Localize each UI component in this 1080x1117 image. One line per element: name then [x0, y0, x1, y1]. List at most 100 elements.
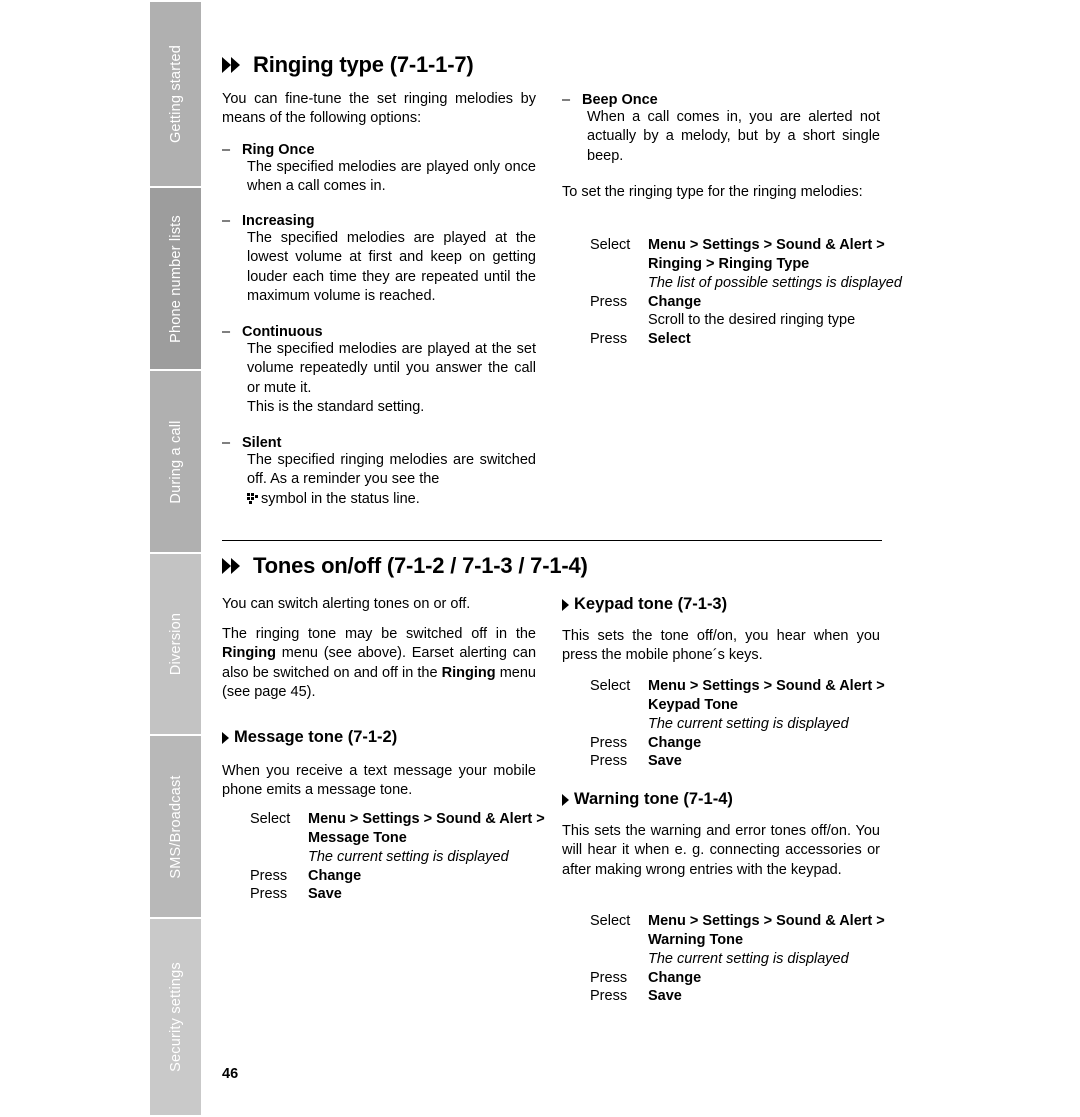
- option-ring-once: – Ring Once The specified melodies are p…: [222, 142, 536, 197]
- option-increasing: – Increasing The specified melodies are …: [222, 213, 536, 306]
- procedure-action: Press: [590, 988, 628, 1005]
- dash-bullet-icon: –: [562, 92, 571, 108]
- procedure-row: Press Save: [250, 885, 564, 904]
- option-term: – Continuous: [222, 324, 536, 340]
- tab-label: SMS/Broadcast: [167, 774, 184, 879]
- procedure-action: Select: [590, 913, 631, 929]
- warning-tone-heading: Warning tone (7-1-4): [562, 790, 733, 809]
- procedure-value: Change: [308, 867, 362, 884]
- procedure-row: Select Menu > Settings > Sound & Alert >: [590, 677, 908, 696]
- keypad-tone-procedure: Select Menu > Settings > Sound & Alert >…: [562, 677, 908, 771]
- procedure-note: The current setting is displayed: [648, 715, 849, 732]
- warning-tone-text: This sets the warning and error tones of…: [562, 823, 880, 878]
- option-term-label: Increasing: [242, 213, 315, 229]
- tab-getting-started[interactable]: Getting started: [150, 2, 201, 186]
- procedure-continuation: Warning Tone: [648, 931, 744, 948]
- procedure-value: Menu > Settings > Sound & Alert >: [648, 913, 885, 929]
- page-title: Ringing type (7-1-1-7): [253, 52, 474, 77]
- procedure-value: Menu > Settings > Sound & Alert >: [308, 811, 545, 827]
- option-term: – Ring Once: [222, 142, 536, 158]
- procedure-continuation: Ringing > Ringing Type: [648, 255, 810, 272]
- manual-page: Getting started Phone number lists Durin…: [0, 0, 1080, 1117]
- option-term-label: Silent: [242, 435, 282, 451]
- message-tone-procedure: Select Menu > Settings > Sound & Alert >…: [222, 810, 564, 904]
- section-divider: [222, 540, 882, 541]
- tab-diversion[interactable]: Diversion: [150, 554, 201, 734]
- tab-phone-number-lists[interactable]: Phone number lists: [150, 188, 201, 369]
- tones-intro-2: The ringing tone may be switched off in …: [222, 625, 536, 702]
- warning-tone-title: Warning tone (7-1-4): [574, 790, 733, 808]
- procedure-action: Press: [590, 753, 628, 770]
- procedure-row: Press Change: [590, 969, 908, 988]
- tab-label: Getting started: [167, 44, 184, 144]
- option-text: The specified ringing melodies are switc…: [247, 452, 536, 488]
- option-term: – Silent: [222, 435, 536, 451]
- page-content: Ringing type (7-1-1-7) You can fine-tune…: [222, 0, 902, 1117]
- procedure-action: Press: [590, 734, 628, 751]
- procedure-row: Press Change: [250, 867, 564, 886]
- section-title: Tones on/off (7-1-2 / 7-1-3 / 7-1-4): [253, 553, 588, 578]
- procedure-value: Change: [648, 293, 702, 310]
- tones-intro-2-a: The ringing tone may be switched off in …: [222, 626, 536, 642]
- option-text: The specified melodies are played at the…: [247, 341, 536, 396]
- procedure-row: Select Menu > Settings > Sound & Alert >: [590, 912, 908, 931]
- procedure-action: Press: [250, 886, 288, 903]
- procedure-row: Press Save: [590, 987, 908, 1006]
- option-term: – Increasing: [222, 213, 536, 229]
- ringing-type-procedure: Select Menu > Settings > Sound & Alert >…: [562, 236, 908, 349]
- tones-intro-1: You can switch alerting tones on or off.: [222, 596, 471, 612]
- tab-during-a-call[interactable]: During a call: [150, 371, 201, 552]
- option-text: The specified melodies are played at the…: [247, 230, 536, 304]
- procedure-action: Press: [590, 293, 628, 310]
- warning-tone-procedure: Select Menu > Settings > Sound & Alert >…: [562, 912, 908, 1006]
- tab-label: During a call: [167, 419, 184, 504]
- tones-onoff-heading: Tones on/off (7-1-2 / 7-1-3 / 7-1-4): [222, 553, 652, 579]
- option-text-extra: This is the standard setting.: [247, 398, 425, 415]
- tab-label: Phone number lists: [167, 214, 184, 343]
- procedure-row: Select Menu > Settings > Sound & Alert >: [250, 810, 564, 829]
- procedure-value: Menu > Settings > Sound & Alert >: [648, 237, 885, 253]
- option-term-label: Continuous: [242, 324, 323, 340]
- procedure-continuation: Keypad Tone: [648, 696, 738, 713]
- tab-label: Diversion: [167, 612, 184, 676]
- tab-sms-broadcast[interactable]: SMS/Broadcast: [150, 736, 201, 917]
- option-term: – Beep Once: [562, 92, 880, 108]
- option-term-label: Ring Once: [242, 142, 315, 158]
- procedure-action: Select: [590, 237, 631, 253]
- triangle-arrow-icon: [222, 731, 229, 744]
- procedure-value: Save: [648, 753, 682, 770]
- option-silent: – Silent The specified ringing melodies …: [222, 435, 536, 509]
- message-tone-text: When you receive a text message your mob…: [222, 763, 536, 799]
- procedure-value: Scroll to the desired ringing type: [648, 312, 856, 329]
- ringing-type-intro: You can fine-tune the set ringing melodi…: [222, 91, 536, 127]
- procedure-action: Select: [590, 678, 631, 694]
- procedure-note: The list of possible settings is display…: [648, 274, 902, 291]
- procedure-action: Press: [250, 867, 288, 884]
- option-text: The specified melodies are played only o…: [247, 159, 536, 195]
- double-arrow-icon: [222, 57, 241, 73]
- procedure-row: Select Menu > Settings > Sound & Alert >: [590, 236, 908, 255]
- option-continuous: – Continuous The specified melodies are …: [222, 324, 536, 417]
- procedure-value: Menu > Settings > Sound & Alert >: [648, 678, 885, 694]
- set-ringing-type-intro: To set the ringing type for the ringing …: [562, 184, 863, 200]
- keypad-tone-text: This sets the tone off/on, you hear when…: [562, 628, 880, 664]
- procedure-continuation: Message Tone: [308, 829, 407, 846]
- procedure-value: Change: [648, 969, 702, 986]
- triangle-arrow-icon: [562, 793, 569, 806]
- dash-bullet-icon: –: [222, 324, 231, 340]
- procedure-row: Scroll to the desired ringing type: [590, 311, 908, 330]
- procedure-value: Select: [648, 331, 691, 348]
- procedure-note: The current setting is displayed: [308, 848, 509, 865]
- procedure-note: The current setting is displayed: [648, 950, 849, 967]
- procedure-value: Change: [648, 734, 702, 751]
- page-number: 46: [222, 1066, 239, 1082]
- option-beep-once: – Beep Once When a call comes in, you ar…: [562, 92, 880, 166]
- ringing-menu-bold-1: Ringing: [222, 645, 276, 662]
- tab-security-settings[interactable]: Security settings: [150, 919, 201, 1115]
- triangle-arrow-icon: [562, 598, 569, 611]
- procedure-value: Save: [648, 988, 682, 1005]
- procedure-action: Select: [250, 811, 291, 827]
- procedure-row: Press Change: [590, 293, 908, 312]
- message-tone-heading: Message tone (7-1-2): [222, 728, 397, 747]
- procedure-row: Press Change: [590, 734, 908, 753]
